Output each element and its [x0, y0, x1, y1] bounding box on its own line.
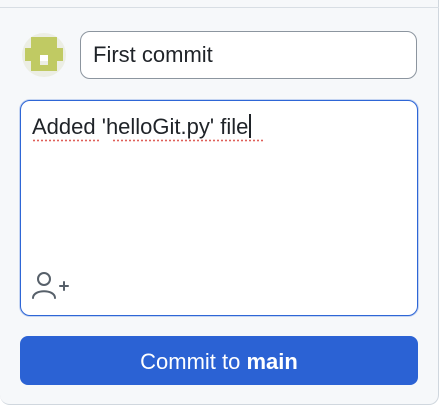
commit-description-field[interactable]: Added 'helloGit.py' file [20, 100, 418, 316]
spellcheck-underline-filename [112, 139, 264, 142]
commit-summary-input[interactable] [80, 31, 417, 79]
description-part-2: ' file [209, 114, 249, 139]
text-caret [249, 114, 251, 138]
add-coauthor-button[interactable] [31, 269, 71, 303]
commit-panel: Added 'helloGit.py' file Commit to main [0, 0, 439, 405]
commit-button[interactable]: Commit to main [20, 336, 418, 385]
commit-button-label: Commit to [140, 349, 247, 374]
commit-description-text: Added 'helloGit.py' file [32, 114, 251, 140]
branch-name: main [246, 349, 298, 374]
divider [0, 7, 439, 8]
description-part-1: Added ' [32, 114, 106, 139]
identicon-avatar-icon [25, 37, 63, 71]
add-coauthor-icon [32, 272, 69, 299]
avatar [22, 33, 66, 77]
spellcheck-underline-added [32, 139, 100, 142]
description-misspelled-word: helloGit.py [105, 114, 210, 139]
